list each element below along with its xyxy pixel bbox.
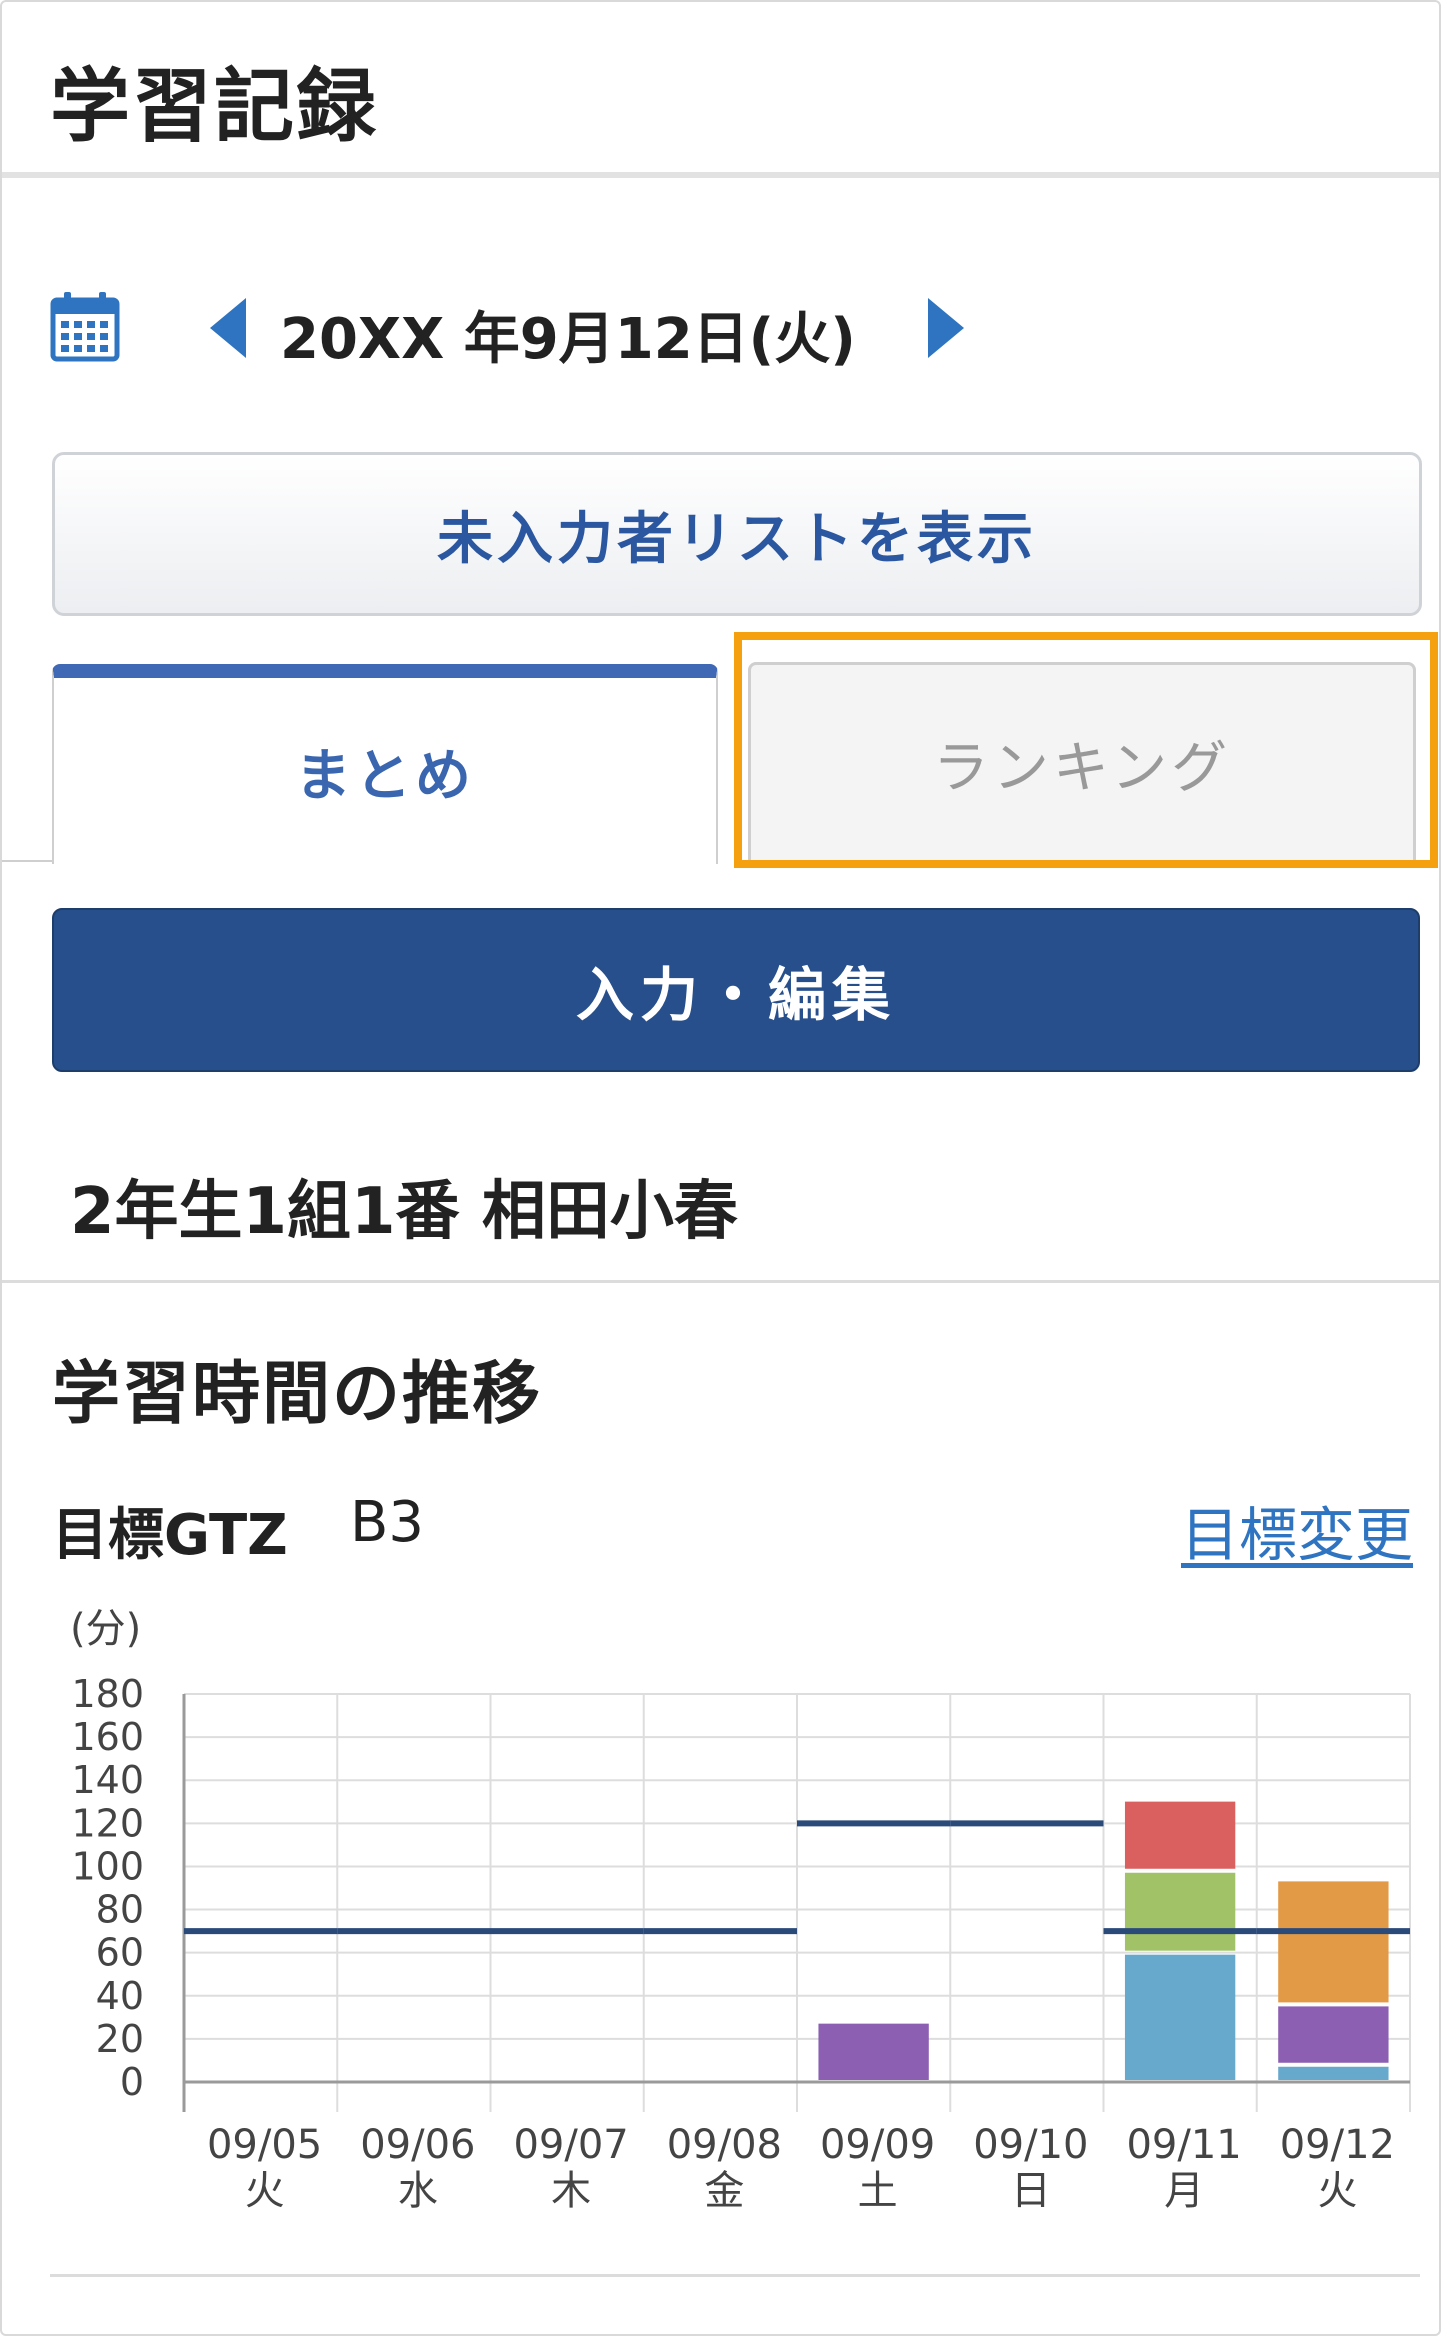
y-tick-label: 140 bbox=[71, 1758, 144, 1802]
bar-segment bbox=[1124, 1954, 1236, 2080]
title-divider bbox=[2, 172, 1439, 178]
y-tick-label: 120 bbox=[71, 1801, 144, 1845]
tab-baseline bbox=[2, 860, 54, 862]
y-tick-label: 100 bbox=[71, 1844, 144, 1888]
bottom-divider bbox=[50, 2274, 1420, 2277]
goal-label: 目標GTZ bbox=[52, 1503, 288, 1568]
x-tick-label: 09/05 bbox=[207, 2122, 322, 2168]
y-tick-label: 160 bbox=[71, 1715, 144, 1759]
x-weekday-label: 火 bbox=[245, 2168, 285, 2212]
y-tick-label: 180 bbox=[71, 1672, 144, 1716]
section-title: 学習時間の推移 bbox=[52, 1355, 543, 1434]
next-day-button[interactable] bbox=[928, 298, 964, 358]
x-tick-label: 09/07 bbox=[513, 2122, 628, 2168]
x-tick-label: 09/11 bbox=[1126, 2122, 1241, 2168]
bar-segment bbox=[1124, 1801, 1236, 1869]
bar-segment bbox=[1278, 1881, 1389, 2003]
y-tick-label: 0 bbox=[120, 2060, 144, 2104]
goal-value: B3 bbox=[350, 1490, 425, 1555]
student-name: 2年生1組1番 相田小春 bbox=[70, 1175, 738, 1249]
current-date: 20XX 年9月12日(火) bbox=[280, 307, 856, 372]
y-tick-label: 60 bbox=[96, 1931, 144, 1975]
tab-summary[interactable]: まとめ bbox=[52, 664, 718, 864]
x-weekday-label: 月 bbox=[1164, 2168, 1204, 2212]
x-tick-label: 09/08 bbox=[667, 2122, 782, 2168]
bar-segment bbox=[1278, 2006, 1389, 2063]
y-tick-label: 20 bbox=[96, 2017, 144, 2061]
show-unentered-list-button[interactable]: 未入力者リストを表示 bbox=[52, 452, 1422, 616]
x-tick-label: 09/12 bbox=[1280, 2122, 1395, 2168]
page-title: 学習記録 bbox=[50, 60, 378, 153]
x-tick-label: 09/10 bbox=[973, 2122, 1088, 2168]
screen: 学習記録 20XX 年9月12日(火) 未入力者リストを表示 まとめ ランキング… bbox=[0, 0, 1441, 2336]
x-weekday-label: 水 bbox=[398, 2168, 438, 2212]
x-weekday-label: 日 bbox=[1011, 2168, 1051, 2212]
ranking-tab-highlight bbox=[734, 632, 1438, 868]
study-time-chart: (分)02040608010012014016018009/05火09/06水0… bbox=[70, 1606, 1411, 2212]
prev-day-button[interactable] bbox=[210, 298, 246, 358]
y-tick-label: 40 bbox=[96, 1974, 144, 2018]
x-weekday-label: 土 bbox=[858, 2168, 898, 2212]
x-weekday-label: 木 bbox=[551, 2168, 591, 2212]
bar-segment bbox=[1278, 2066, 1389, 2080]
x-tick-label: 09/09 bbox=[820, 2122, 935, 2168]
student-divider bbox=[2, 1280, 1439, 1283]
y-axis-unit-label: (分) bbox=[70, 1606, 141, 1652]
x-weekday-label: 火 bbox=[1317, 2168, 1357, 2212]
y-tick-label: 80 bbox=[96, 1888, 144, 1932]
x-tick-label: 09/06 bbox=[360, 2122, 475, 2168]
bar-segment bbox=[818, 2023, 929, 2080]
bar-segment bbox=[1124, 1872, 1236, 1951]
input-edit-button[interactable]: 入力・編集 bbox=[52, 908, 1420, 1072]
calendar-icon[interactable] bbox=[50, 290, 120, 362]
x-weekday-label: 金 bbox=[704, 2168, 744, 2212]
change-goal-link[interactable]: 目標変更 bbox=[1181, 1488, 1413, 1572]
